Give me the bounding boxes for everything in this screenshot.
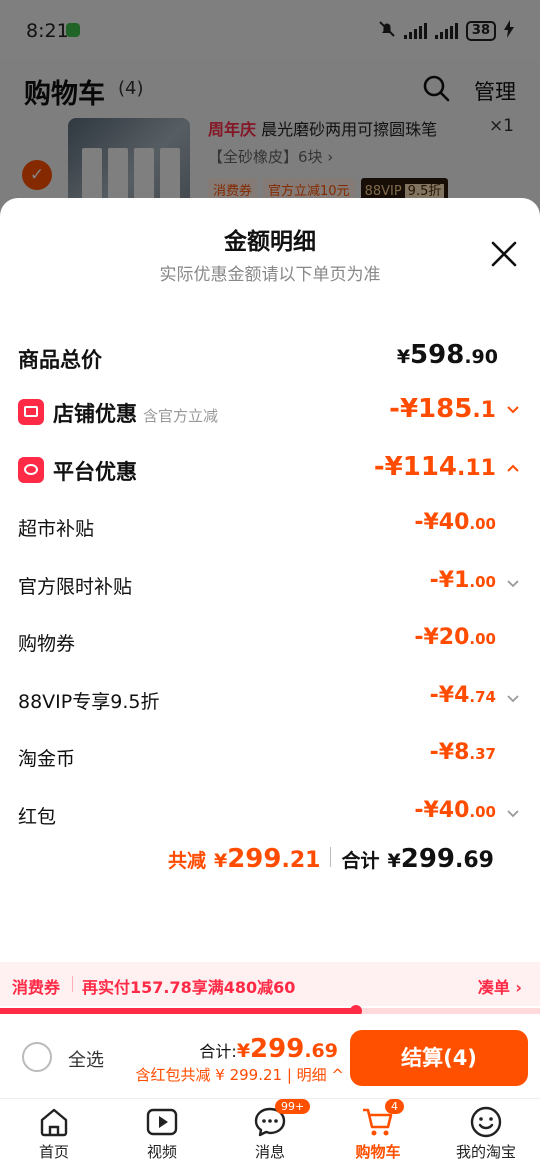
chevron-down-icon[interactable] xyxy=(506,576,520,590)
total-price-row: 商品总价 ¥598.90 xyxy=(0,336,540,376)
tab-label: 首页 xyxy=(38,1143,69,1161)
checkout-bar: 全选 合计: ¥299.69 含红包共减 ¥ 299.21 | 明细 ^ 结算(… xyxy=(0,1014,540,1098)
coupon-promo-text: 再实付157.78享满480减60 xyxy=(82,978,296,997)
profile-icon xyxy=(469,1105,503,1139)
bottom-tab-bar: 首页 视频 99+ 消息 4 购物车 我的淘宝 xyxy=(0,1098,540,1165)
total-price-value: ¥598.90 xyxy=(396,340,498,370)
total-label: 合计 xyxy=(341,850,380,872)
tab-messages[interactable]: 99+ 消息 xyxy=(216,1099,324,1162)
store-icon xyxy=(18,399,44,425)
chevron-down-icon[interactable] xyxy=(506,691,520,705)
checkout-button[interactable]: 结算(4) xyxy=(350,1030,528,1086)
discount-detail-value: -¥8.37 xyxy=(429,740,496,765)
discount-detail-label: 红包 xyxy=(18,805,57,828)
discount-detail-row: 超市补贴 -¥40.00 xyxy=(0,506,540,546)
discount-detail-row: 购物券 -¥20.00 xyxy=(0,621,540,661)
discount-detail-value: -¥1.00 xyxy=(429,567,496,593)
video-icon xyxy=(145,1105,179,1139)
tab-label: 购物车 xyxy=(355,1143,401,1161)
tab-profile[interactable]: 我的淘宝 xyxy=(432,1105,540,1162)
tab-label: 消息 xyxy=(254,1143,285,1161)
store-discount-label: 店铺优惠 含官方立减 xyxy=(18,398,218,428)
discount-detail-row[interactable]: 88VIP专享9.5折 -¥4.74 xyxy=(0,679,540,719)
total-value: ¥299.69 xyxy=(387,844,495,874)
discount-summary: 共减 ¥299.21 合计 ¥299.69 xyxy=(168,844,494,874)
discount-detail-label: 淘金币 xyxy=(18,748,76,770)
store-discount-note: 含官方立减 xyxy=(143,407,219,425)
discount-detail-label: 88VIP专享9.5折 xyxy=(18,690,160,713)
store-discount-value: -¥185.1 xyxy=(389,394,496,424)
saved-label: 共减 xyxy=(167,850,206,872)
checkout-total-value: ¥299.69 xyxy=(236,1034,338,1064)
select-all-checkbox[interactable] xyxy=(22,1042,52,1072)
discount-detail-row[interactable]: 官方限时补贴 -¥1.00 xyxy=(0,564,540,604)
chevron-down-icon[interactable] xyxy=(506,806,520,820)
total-price-label: 商品总价 xyxy=(18,348,102,372)
discount-detail-value: -¥20.00 xyxy=(414,625,496,650)
select-all-label[interactable]: 全选 xyxy=(68,1046,104,1072)
discount-detail-toggle[interactable]: 含红包共减 ¥ 299.21 | 明细 ^ xyxy=(136,1064,345,1085)
platform-icon xyxy=(18,457,44,483)
summary-divider xyxy=(330,847,332,867)
checkout-total: 合计: ¥299.69 xyxy=(199,1034,338,1064)
message-badge: 99+ xyxy=(275,1099,311,1114)
chevron-up-icon[interactable] xyxy=(506,460,520,474)
discount-detail-row: 淘金币 -¥8.37 xyxy=(0,736,540,776)
tab-video[interactable]: 视频 xyxy=(108,1105,216,1162)
message-icon: 99+ xyxy=(253,1099,311,1139)
tab-home[interactable]: 首页 xyxy=(0,1105,108,1162)
coupon-tag-label: 消费券 xyxy=(12,978,61,997)
coupon-promo-bar[interactable]: 消费券 再实付157.78享满480减60 凑单 › xyxy=(0,962,540,1006)
platform-discount-label: 平台优惠 xyxy=(18,456,137,486)
discount-detail-label: 官方限时补贴 xyxy=(18,575,133,598)
platform-discount-value: -¥114.11 xyxy=(373,452,496,482)
close-icon[interactable] xyxy=(490,240,518,268)
checkout-total-label: 合计: xyxy=(199,1042,237,1061)
discount-detail-value: -¥40.00 xyxy=(414,797,496,823)
cart-icon: 4 xyxy=(361,1099,404,1139)
platform-discount-row[interactable]: 平台优惠 -¥114.11 xyxy=(0,448,540,488)
tab-label: 我的淘宝 xyxy=(455,1143,516,1161)
saved-value: ¥299.21 xyxy=(213,844,321,874)
discount-detail-label: 购物券 xyxy=(18,633,76,655)
sheet-subtitle: 实际优惠金额请以下单页为准 xyxy=(159,265,381,285)
discount-detail-value: -¥4.74 xyxy=(429,682,496,708)
tab-label: 视频 xyxy=(146,1143,177,1161)
discount-detail-label: 超市补贴 xyxy=(18,518,95,540)
promo-divider xyxy=(72,976,73,992)
tab-cart[interactable]: 4 购物车 xyxy=(324,1099,432,1162)
cart-badge: 4 xyxy=(385,1099,404,1114)
discount-detail-value: -¥40.00 xyxy=(414,510,496,535)
home-icon xyxy=(37,1105,71,1139)
add-items-link[interactable]: 凑单 › xyxy=(478,974,522,998)
store-discount-row[interactable]: 店铺优惠 含官方立减 -¥185.1 xyxy=(0,390,540,430)
chevron-down-icon[interactable] xyxy=(506,402,520,416)
discount-detail-row[interactable]: 红包 -¥40.00 xyxy=(0,794,540,834)
sheet-title: 金额明细 xyxy=(224,229,316,255)
